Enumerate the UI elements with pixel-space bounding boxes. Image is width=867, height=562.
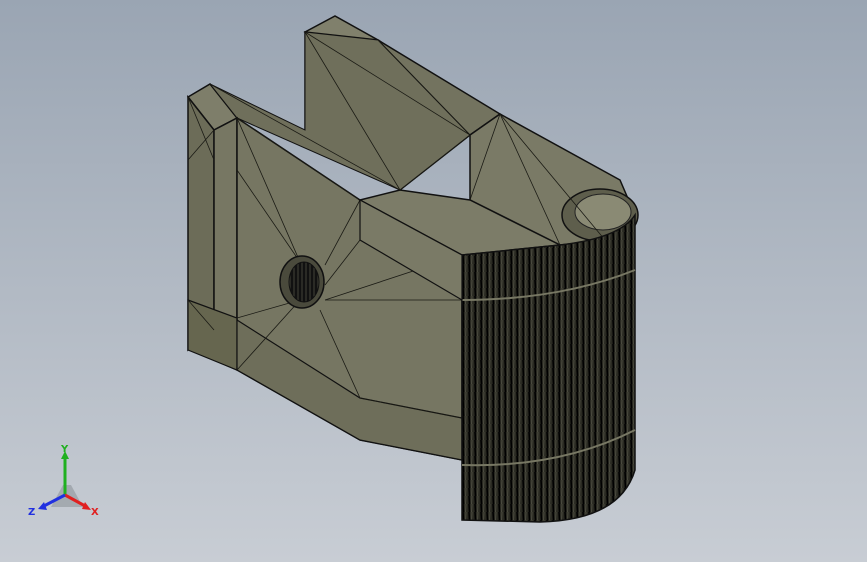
z-axis-label: Z: [28, 507, 35, 518]
graphics-viewport[interactable]: Y X Z: [0, 0, 867, 562]
cad-model[interactable]: [0, 0, 867, 562]
orientation-triad[interactable]: Y X Z: [25, 445, 105, 525]
cap-bore-inner: [574, 193, 632, 231]
x-axis-head: [82, 502, 91, 510]
y-axis-label: Y: [60, 445, 69, 455]
side-hole-inner: [288, 261, 320, 303]
x-axis-label: X: [91, 507, 99, 518]
cylinder-face[interactable]: [461, 212, 636, 523]
